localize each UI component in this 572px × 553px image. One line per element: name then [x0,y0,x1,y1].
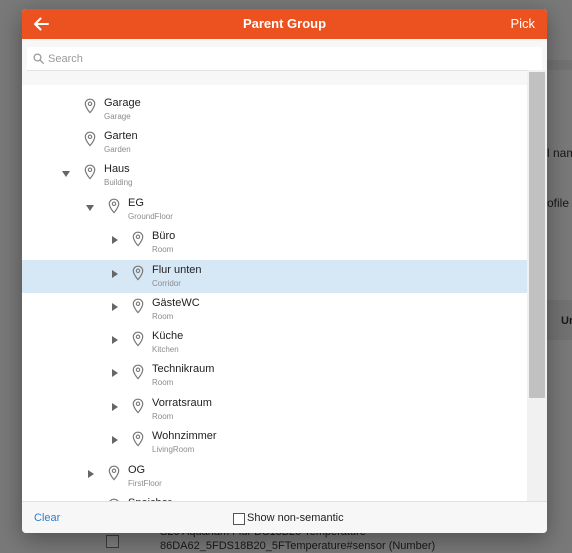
location-pin-icon [84,98,96,114]
caret-down-icon[interactable] [62,171,70,177]
tree-item[interactable]: Flur unten Corridor [22,260,527,293]
caret-right-icon[interactable] [112,336,118,344]
location-pin-icon [132,231,144,247]
tree-item-subtitle: Room [152,378,174,387]
location-pin-icon [132,364,144,380]
parent-group-popup: Parent Group Pick Garage Garage Garten Gard… [22,9,547,533]
tree-item[interactable]: Garage Garage [22,93,527,126]
tree-item-subtitle: FirstFloor [128,479,162,488]
search-icon [33,53,44,64]
bottom-toolbar: Clear Show non-semantic [22,501,547,533]
tree-item[interactable]: Vorratsraum Room [22,393,527,426]
popup-title: Parent Group [242,16,327,31]
tree-item-subtitle: Room [152,312,174,321]
tree-item-title: Vorratsraum [152,397,212,409]
caret-right-icon[interactable] [112,303,118,311]
tree-item-title: Garten [104,130,138,142]
tree-item-subtitle: Garage [104,112,131,121]
tree-item-subtitle: Room [152,245,174,254]
tree-item[interactable]: Wohnzimmer LivingRoom [22,426,527,459]
tree-item-subtitle: Garden [104,145,131,154]
tree-item-title: OG [128,464,146,476]
caret-right-icon[interactable] [112,236,118,244]
searchbar [22,39,547,85]
tree-item-title: Technikraum [152,363,215,375]
search-input[interactable] [48,49,528,68]
tree-item-title: Küche [152,330,184,342]
tree-item[interactable]: Haus Building [22,159,527,192]
tree-item[interactable]: Garten Garden [22,126,527,159]
location-pin-icon [132,331,144,347]
group-tree: Garage Garage Garten Garden Haus Building EG Gr… [22,85,527,501]
location-pin-icon [84,164,96,180]
caret-right-icon[interactable] [112,369,118,377]
tree-item[interactable]: GästeWC Room [22,293,527,326]
tree-item-subtitle: GroundFloor [128,212,173,221]
tree-item-title: Büro [152,230,176,242]
tree-item[interactable]: Büro Room [22,226,527,259]
search-field [27,47,542,71]
location-pin-icon [132,298,144,314]
scrollbar[interactable] [527,70,547,501]
caret-right-icon[interactable] [112,270,118,278]
tree-item[interactable]: OG FirstFloor [22,460,527,493]
scrollbar-thumb[interactable] [529,72,545,398]
location-pin-icon [132,398,144,414]
caret-right-icon[interactable] [88,470,94,478]
tree-item-title: Flur unten [152,264,202,276]
tree-item[interactable]: Speicher [22,493,527,501]
tree-item-subtitle: Corridor [152,279,181,288]
tree-item-subtitle: Room [152,412,174,421]
location-pin-icon [108,198,120,214]
tree-item[interactable]: Küche Kitchen [22,326,527,359]
navbar: Parent Group Pick [22,9,547,39]
tree-item-subtitle: LivingRoom [152,445,195,454]
tree-item-title: EG [128,197,144,209]
caret-down-icon[interactable] [86,205,94,211]
tree-item[interactable]: EG GroundFloor [22,193,527,226]
show-non-semantic-checkbox[interactable] [233,513,245,525]
tree-item[interactable]: Technikraum Room [22,359,527,392]
tree-item-subtitle: Building [104,178,133,187]
tree-item-title: GästeWC [152,297,200,309]
tree-item-title: Garage [104,97,141,109]
pick-button[interactable]: Pick [510,16,535,31]
location-pin-icon [132,431,144,447]
clear-button[interactable]: Clear [34,512,60,524]
location-pin-icon [108,465,120,481]
show-non-semantic-label[interactable]: Show non-semantic [247,512,344,524]
tree-item-title: Haus [104,163,130,175]
location-pin-icon [84,131,96,147]
tree-item-title: Wohnzimmer [152,430,217,442]
caret-right-icon[interactable] [112,403,118,411]
caret-right-icon[interactable] [112,436,118,444]
location-pin-icon [132,265,144,281]
tree-item-subtitle: Kitchen [152,345,179,354]
